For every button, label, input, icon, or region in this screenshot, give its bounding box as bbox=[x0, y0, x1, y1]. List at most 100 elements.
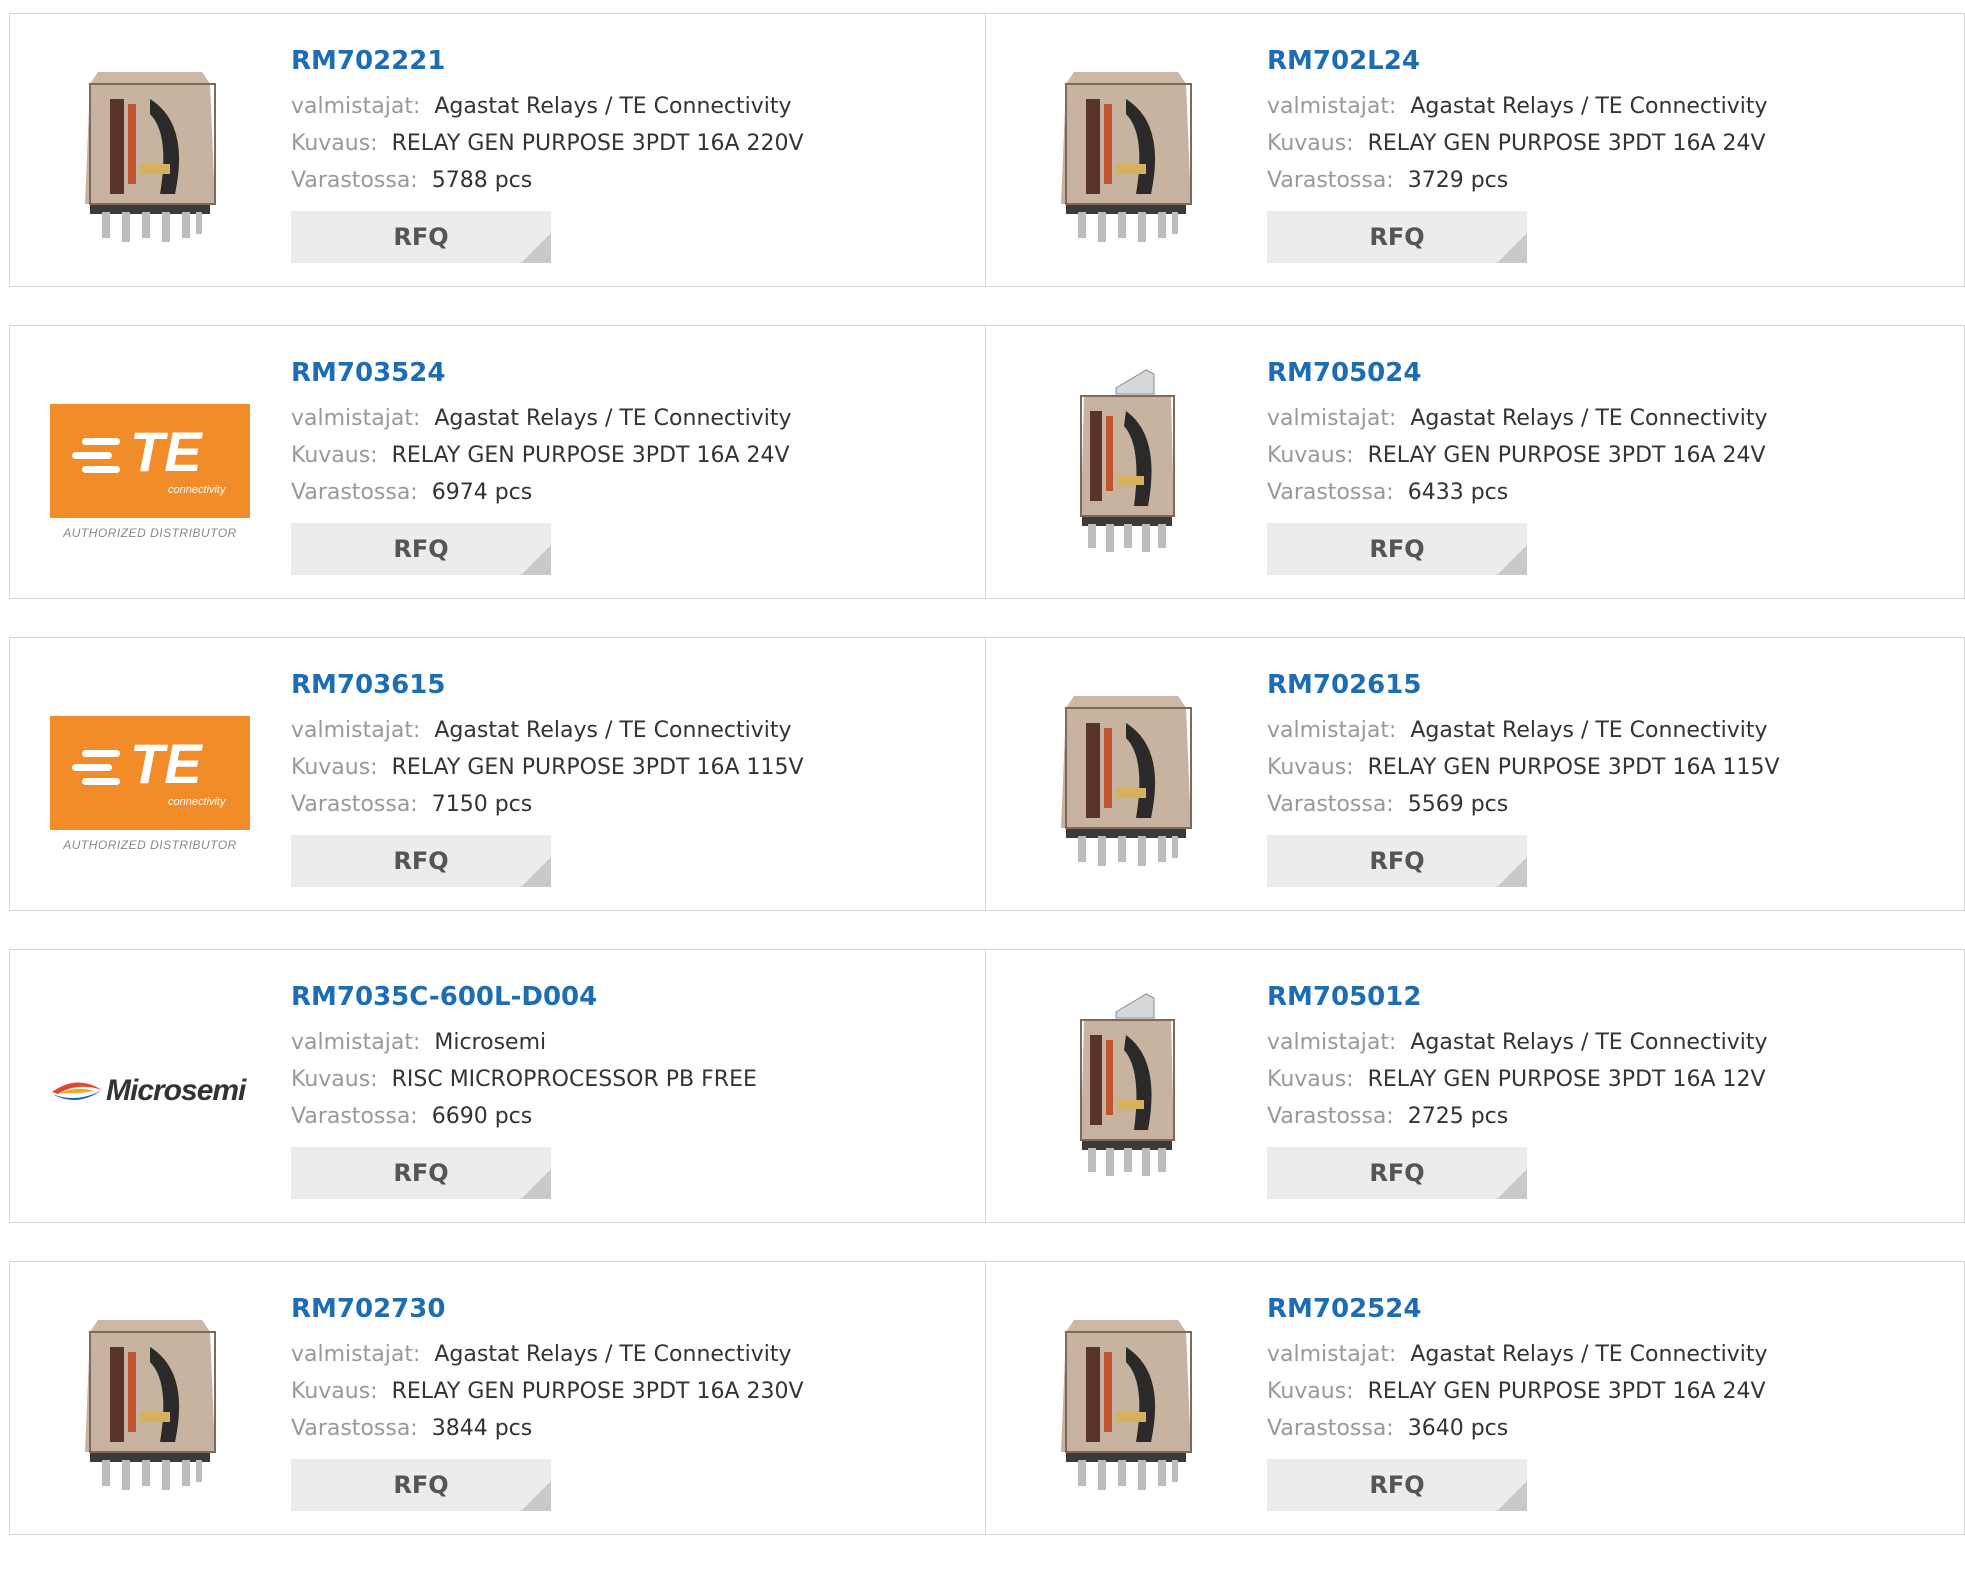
product-image[interactable] bbox=[1026, 366, 1226, 566]
manufacturer-line: valmistajat: Agastat Relays / TE Connecti… bbox=[291, 712, 804, 749]
te-stripes-icon bbox=[72, 438, 120, 474]
rfq-label: RFQ bbox=[393, 847, 449, 875]
corner-triangle-icon bbox=[1497, 857, 1527, 887]
stock-value: 6974 pcs bbox=[431, 480, 533, 505]
part-number-link[interactable]: RM703615 bbox=[291, 668, 804, 702]
description-label: Kuvaus: bbox=[291, 755, 378, 780]
description-line: Kuvaus: RELAY GEN PURPOSE 3PDT 16A 220V bbox=[291, 125, 804, 162]
part-number-link[interactable]: RM703524 bbox=[291, 356, 792, 390]
manufacturer-label: valmistajat: bbox=[1267, 1342, 1397, 1367]
product-info: RM705024 valmistajat: Agastat Relays / TE… bbox=[1267, 356, 1768, 575]
manufacturer-label: valmistajat: bbox=[291, 718, 421, 743]
manufacturer-label: valmistajat: bbox=[1267, 94, 1397, 119]
description-line: Kuvaus: RELAY GEN PURPOSE 3PDT 16A 230V bbox=[291, 1373, 804, 1410]
corner-triangle-icon bbox=[521, 1169, 551, 1199]
part-number-link[interactable]: RM705012 bbox=[1267, 980, 1768, 1014]
part-number-link[interactable]: RM702615 bbox=[1267, 668, 1780, 702]
description-value: RELAY GEN PURPOSE 3PDT 16A 24V bbox=[1367, 1379, 1766, 1404]
rfq-label: RFQ bbox=[393, 1471, 449, 1499]
product-card: RM702730 valmistajat: Agastat Relays / TE… bbox=[9, 1261, 986, 1535]
manufacturer-line: valmistajat: Microsemi bbox=[291, 1024, 757, 1061]
manufacturer-label: valmistajat: bbox=[291, 94, 421, 119]
manufacturer-value: Agastat Relays / TE Connectivity bbox=[434, 718, 792, 743]
description-label: Kuvaus: bbox=[291, 1379, 378, 1404]
manufacturer-line: valmistajat: Agastat Relays / TE Connecti… bbox=[1267, 1024, 1768, 1061]
manufacturer-line: valmistajat: Agastat Relays / TE Connecti… bbox=[291, 88, 804, 125]
product-image[interactable]: Microsemi bbox=[50, 990, 250, 1190]
stock-line: Varastossa: 3729 pcs bbox=[1267, 162, 1768, 199]
te-logo-text: TE bbox=[130, 420, 202, 483]
stock-label: Varastossa: bbox=[291, 480, 418, 505]
part-number-link[interactable]: RM7035C-600L-D004 bbox=[291, 980, 757, 1014]
rfq-button[interactable]: RFQ bbox=[1267, 211, 1527, 263]
product-image[interactable] bbox=[50, 1302, 250, 1502]
rfq-button[interactable]: RFQ bbox=[1267, 835, 1527, 887]
rfq-button[interactable]: RFQ bbox=[291, 835, 551, 887]
te-logo-orange-block: TE connectivity bbox=[50, 404, 250, 518]
stock-value: 6433 pcs bbox=[1407, 480, 1509, 505]
product-row: Microsemi RM7035C-600L-D004 valmistajat:… bbox=[9, 949, 1965, 1225]
description-value: RELAY GEN PURPOSE 3PDT 16A 24V bbox=[391, 443, 790, 468]
description-value: RELAY GEN PURPOSE 3PDT 16A 115V bbox=[1367, 755, 1780, 780]
product-image[interactable] bbox=[1026, 54, 1226, 254]
product-image[interactable] bbox=[1026, 990, 1226, 1190]
manufacturer-value: Agastat Relays / TE Connectivity bbox=[1410, 1342, 1768, 1367]
description-line: Kuvaus: RELAY GEN PURPOSE 3PDT 16A 115V bbox=[1267, 749, 1780, 786]
stock-label: Varastossa: bbox=[1267, 480, 1394, 505]
product-row: RM702221 valmistajat: Agastat Relays / TE… bbox=[9, 13, 1965, 289]
rfq-button[interactable]: RFQ bbox=[291, 1147, 551, 1199]
part-number-link[interactable]: RM702730 bbox=[291, 1292, 804, 1326]
rfq-button[interactable]: RFQ bbox=[1267, 523, 1527, 575]
part-number-link[interactable]: RM702524 bbox=[1267, 1292, 1768, 1326]
rfq-button[interactable]: RFQ bbox=[291, 1459, 551, 1511]
corner-triangle-icon bbox=[521, 545, 551, 575]
corner-triangle-icon bbox=[1497, 1481, 1527, 1511]
te-authorized-distributor-logo: TE connectivity AUTHORIZED DISTRIBUTOR bbox=[50, 678, 250, 878]
manufacturer-value: Agastat Relays / TE Connectivity bbox=[434, 1342, 792, 1367]
product-info: RM705012 valmistajat: Agastat Relays / TE… bbox=[1267, 980, 1768, 1199]
product-info: RM702L24 valmistajat: Agastat Relays / TE… bbox=[1267, 44, 1768, 263]
stock-line: Varastossa: 6974 pcs bbox=[291, 474, 792, 511]
product-info: RM702221 valmistajat: Agastat Relays / TE… bbox=[291, 44, 804, 263]
te-logo-tagline: connectivity bbox=[168, 484, 226, 496]
manufacturer-value: Agastat Relays / TE Connectivity bbox=[1410, 1030, 1768, 1055]
manufacturer-value: Microsemi bbox=[434, 1030, 547, 1055]
rfq-label: RFQ bbox=[393, 223, 449, 251]
description-label: Kuvaus: bbox=[1267, 755, 1354, 780]
rfq-button[interactable]: RFQ bbox=[291, 211, 551, 263]
rfq-button[interactable]: RFQ bbox=[291, 523, 551, 575]
product-card: TE connectivity AUTHORIZED DISTRIBUTOR R… bbox=[9, 325, 986, 599]
product-image[interactable]: TE connectivity AUTHORIZED DISTRIBUTOR bbox=[50, 366, 250, 566]
stock-label: Varastossa: bbox=[1267, 1104, 1394, 1129]
authorized-distributor-text: AUTHORIZED DISTRIBUTOR bbox=[63, 838, 237, 852]
manufacturer-line: valmistajat: Agastat Relays / TE Connecti… bbox=[1267, 712, 1780, 749]
description-line: Kuvaus: RELAY GEN PURPOSE 3PDT 16A 24V bbox=[1267, 125, 1768, 162]
stock-value: 3844 pcs bbox=[431, 1416, 533, 1441]
stock-line: Varastossa: 6690 pcs bbox=[291, 1098, 757, 1135]
rfq-button[interactable]: RFQ bbox=[1267, 1147, 1527, 1199]
manufacturer-label: valmistajat: bbox=[1267, 1030, 1397, 1055]
product-info: RM702615 valmistajat: Agastat Relays / TE… bbox=[1267, 668, 1780, 887]
microsemi-logo-text: Microsemi bbox=[106, 1074, 246, 1107]
stock-line: Varastossa: 3844 pcs bbox=[291, 1410, 804, 1447]
product-image[interactable]: TE connectivity AUTHORIZED DISTRIBUTOR bbox=[50, 678, 250, 878]
description-value: RELAY GEN PURPOSE 3PDT 16A 115V bbox=[391, 755, 804, 780]
product-image[interactable] bbox=[1026, 678, 1226, 878]
part-number-link[interactable]: RM702L24 bbox=[1267, 44, 1768, 78]
product-card: RM702L24 valmistajat: Agastat Relays / TE… bbox=[986, 13, 1965, 287]
manufacturer-value: Agastat Relays / TE Connectivity bbox=[1410, 94, 1768, 119]
corner-triangle-icon bbox=[1497, 1169, 1527, 1199]
stock-value: 7150 pcs bbox=[431, 792, 533, 817]
product-image[interactable] bbox=[1026, 1302, 1226, 1502]
rfq-button[interactable]: RFQ bbox=[1267, 1459, 1527, 1511]
corner-triangle-icon bbox=[1497, 233, 1527, 263]
part-number-link[interactable]: RM705024 bbox=[1267, 356, 1768, 390]
stock-label: Varastossa: bbox=[291, 168, 418, 193]
manufacturer-label: valmistajat: bbox=[291, 1342, 421, 1367]
part-number-link[interactable]: RM702221 bbox=[291, 44, 804, 78]
description-label: Kuvaus: bbox=[291, 443, 378, 468]
product-image[interactable] bbox=[50, 54, 250, 254]
stock-label: Varastossa: bbox=[291, 1104, 418, 1129]
product-info: RM703615 valmistajat: Agastat Relays / TE… bbox=[291, 668, 804, 887]
te-logo-text: TE bbox=[130, 732, 202, 795]
